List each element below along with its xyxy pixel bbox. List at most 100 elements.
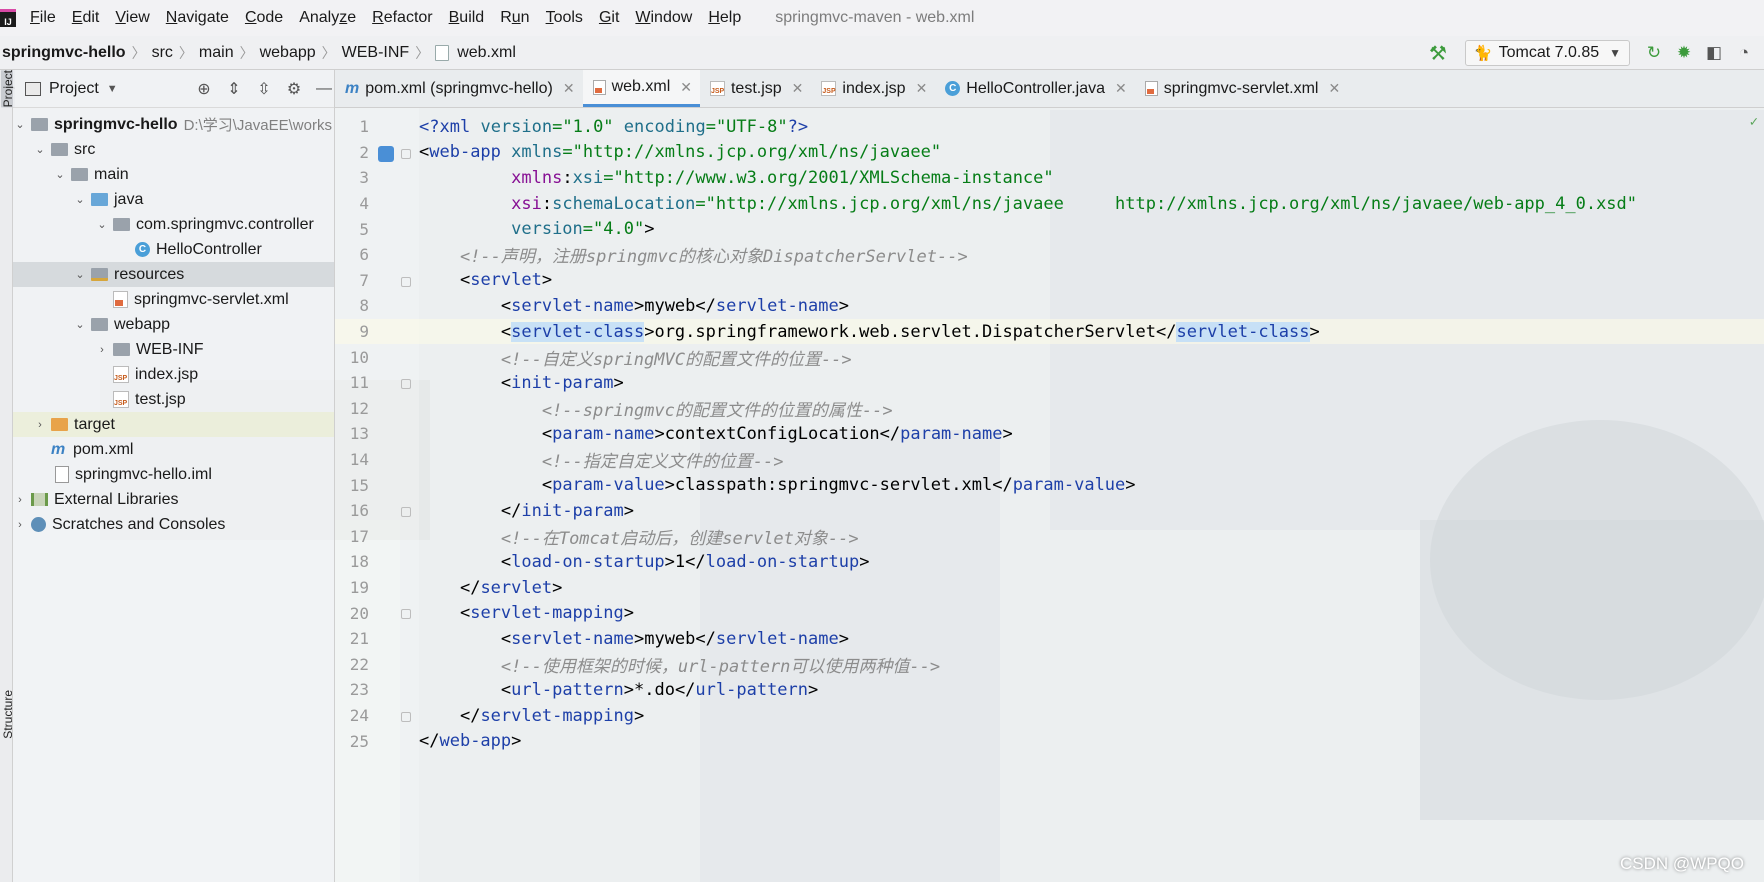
code-line[interactable]: 14 <!--指定自定义文件的位置--> <box>335 447 1764 473</box>
editor-tab[interactable]: m pom.xml (springmvc-hello) ✕ <box>335 70 583 107</box>
menu-item[interactable]: Git <box>599 9 619 27</box>
editor-tab[interactable]: JSP index.jsp ✕ <box>811 70 935 107</box>
line-number[interactable]: 19 <box>335 578 375 597</box>
line-number[interactable]: 24 <box>335 706 375 725</box>
menu-item[interactable]: Analyze <box>299 9 356 27</box>
line-number[interactable]: 12 <box>335 399 375 418</box>
code-line[interactable]: 1 <?xml version="1.0" encoding="UTF-8"?> <box>335 114 1764 140</box>
code-line[interactable]: 18 <load-on-startup>1</load-on-startup> <box>335 549 1764 575</box>
menu-item[interactable]: Window <box>635 9 692 27</box>
line-number[interactable]: 5 <box>335 220 375 239</box>
code-line[interactable]: 23 <url-pattern>*.do</url-pattern> <box>335 677 1764 703</box>
code-line[interactable]: 15 <param-value>classpath:springmvc-serv… <box>335 472 1764 498</box>
code-line[interactable]: 4 xsi:schemaLocation="http://xmlns.jcp.o… <box>335 191 1764 217</box>
fold-toggle-icon[interactable] <box>401 148 411 159</box>
expand-arrow-icon[interactable]: ⌄ <box>73 268 87 281</box>
code-line[interactable]: 8 <servlet-name>myweb</servlet-name> <box>335 293 1764 319</box>
fold-toggle-icon[interactable] <box>401 379 411 389</box>
line-number[interactable]: 9 <box>335 322 375 341</box>
tree-item-iml[interactable]: springmvc-hello.iml <box>13 462 334 487</box>
close-icon[interactable]: ✕ <box>1115 80 1127 97</box>
fold-toggle-icon[interactable] <box>401 276 411 287</box>
expand-arrow-icon[interactable]: ⌄ <box>13 118 27 131</box>
code-line[interactable]: 5 version="4.0"> <box>335 216 1764 242</box>
line-number[interactable]: 11 <box>335 373 375 392</box>
close-icon[interactable]: ✕ <box>916 80 928 97</box>
chevron-down-icon[interactable]: ▼ <box>107 83 118 95</box>
tree-item-target[interactable]: › target <box>13 412 334 437</box>
code-line[interactable]: 9 <servlet-class>org.springframework.web… <box>335 318 1764 345</box>
editor-tab[interactable]: web.xml ✕ <box>582 70 700 107</box>
breadcrumb-web-xml[interactable]: web.xml <box>453 44 520 62</box>
line-number[interactable]: 8 <box>335 296 375 315</box>
menu-item[interactable]: Edit <box>72 9 100 27</box>
tree-item-pom-xml[interactable]: m pom.xml <box>13 437 334 462</box>
menu-item[interactable]: Build <box>449 9 485 27</box>
line-number[interactable]: 16 <box>335 501 375 520</box>
close-icon[interactable]: ✕ <box>680 79 692 96</box>
code-line[interactable]: 17 <!--在Tomcat启动后，创建servlet对象--> <box>335 524 1764 550</box>
code-line[interactable]: 13 <param-name>contextConfigLocation</pa… <box>335 421 1764 447</box>
line-number[interactable]: 6 <box>335 245 375 264</box>
breadcrumb-webapp[interactable]: webapp <box>256 44 320 62</box>
line-number[interactable]: 2 <box>335 143 375 162</box>
line-number[interactable]: 23 <box>335 680 375 699</box>
line-number[interactable]: 1 <box>335 117 375 136</box>
tree-item-project-root[interactable]: ⌄ springmvc-hello D:\学习\JavaEE\works <box>13 112 334 137</box>
line-number[interactable]: 17 <box>335 527 375 546</box>
line-number[interactable]: 4 <box>335 194 375 213</box>
code-editor[interactable]: ✓ 1 <?xml version="1.0" encoding="UTF-8"?… <box>335 108 1764 882</box>
tree-item-package[interactable]: ⌄ com.springmvc.controller <box>13 212 334 237</box>
line-number[interactable]: 18 <box>335 552 375 571</box>
expand-all-icon[interactable]: ⇕ <box>224 79 244 99</box>
debug-bug-icon[interactable]: ✹ <box>1674 43 1694 63</box>
tree-item-web-inf[interactable]: › WEB-INF <box>13 337 334 362</box>
expand-arrow-icon[interactable]: ⌄ <box>33 143 47 156</box>
expand-arrow-icon[interactable]: ⌄ <box>53 168 67 181</box>
profile-icon[interactable]: ◔ <box>1734 43 1754 63</box>
line-number[interactable]: 3 <box>335 168 375 187</box>
tree-item-scratches[interactable]: › Scratches and Consoles <box>13 512 334 537</box>
tree-item-java[interactable]: ⌄ java <box>13 187 334 212</box>
code-line[interactable]: 19 </servlet> <box>335 575 1764 601</box>
tree-item-external-libraries[interactable]: › External Libraries <box>13 487 334 512</box>
line-number[interactable]: 13 <box>335 424 375 443</box>
code-line[interactable]: 12 <!--springmvc的配置文件的位置的属性--> <box>335 396 1764 422</box>
menu-item[interactable]: Navigate <box>166 9 229 27</box>
code-line[interactable]: 16 </init-param> <box>335 498 1764 524</box>
collapse-all-icon[interactable]: ⇳ <box>254 79 274 99</box>
line-number[interactable]: 15 <box>335 476 375 495</box>
code-line[interactable]: 7 <servlet> <box>335 268 1764 294</box>
code-line[interactable]: 11 <init-param> <box>335 370 1764 396</box>
tree-item-springmvc-servlet-xml[interactable]: springmvc-servlet.xml <box>13 287 334 312</box>
build-hammer-icon[interactable]: ⚒ <box>1429 41 1447 66</box>
breadcrumb-main[interactable]: main <box>195 44 238 62</box>
web-descriptor-gutter-icon[interactable] <box>378 145 394 162</box>
code-line[interactable]: 10 <!--自定义springMVC的配置文件的位置--> <box>335 344 1764 370</box>
code-line[interactable]: 6 <!--声明，注册springmvc的核心对象DispatcherServl… <box>335 242 1764 268</box>
line-number[interactable]: 14 <box>335 450 375 469</box>
code-line[interactable]: 22 <!--使用框架的时候，url-pattern可以使用两种值--> <box>335 652 1764 678</box>
run-with-coverage-icon[interactable]: ◧ <box>1704 43 1724 63</box>
code-line[interactable]: 25 </web-app> <box>335 728 1764 754</box>
collapse-arrow-icon[interactable]: › <box>95 344 109 356</box>
code-line[interactable]: 24 </servlet-mapping> <box>335 703 1764 729</box>
collapse-arrow-icon[interactable]: › <box>13 519 27 531</box>
close-icon[interactable]: ✕ <box>792 80 804 97</box>
code-line[interactable]: 20 <servlet-mapping> <box>335 600 1764 626</box>
breadcrumb-src[interactable]: src <box>148 44 177 62</box>
project-panel-title[interactable]: Project <box>49 80 99 98</box>
expand-arrow-icon[interactable]: ⌄ <box>95 218 109 231</box>
editor-tab[interactable]: springmvc-servlet.xml ✕ <box>1135 70 1348 107</box>
line-number[interactable]: 7 <box>335 271 375 290</box>
menu-item[interactable]: File <box>30 9 56 27</box>
menu-item[interactable]: Tools <box>546 9 583 27</box>
tree-item-test-jsp[interactable]: JSP test.jsp <box>13 387 334 412</box>
breadcrumb-web-inf[interactable]: WEB-INF <box>338 44 414 62</box>
close-icon[interactable]: ✕ <box>1328 80 1340 97</box>
menu-item[interactable]: Refactor <box>372 9 432 27</box>
tree-item-webapp[interactable]: ⌄ webapp <box>13 312 334 337</box>
collapse-arrow-icon[interactable]: › <box>33 419 47 431</box>
collapse-arrow-icon[interactable]: › <box>13 494 27 506</box>
run-configuration-selector[interactable]: 🐈 Tomcat 7.0.85 ▼ <box>1464 40 1630 66</box>
